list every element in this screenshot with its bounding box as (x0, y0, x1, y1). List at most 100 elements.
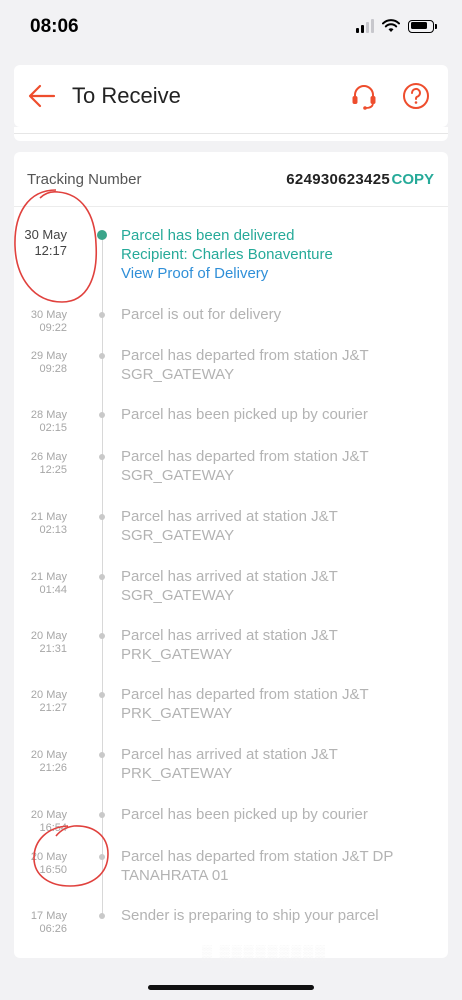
status-icons (356, 19, 437, 33)
event-date: 21 May (30, 511, 67, 523)
view-proof-of-delivery-link[interactable]: View Proof of Delivery (121, 264, 421, 283)
wifi-icon (382, 19, 400, 32)
status-time: 08:06 (30, 16, 79, 37)
event-datetime: 20 May 16:50 (31, 851, 67, 877)
event-datetime: 29 May 09:28 (31, 350, 67, 376)
event-description: Parcel has arrived at station J&T SGR_GAT… (121, 567, 421, 605)
event-datetime: 30 May 12:17 (24, 227, 67, 259)
help-question-icon[interactable] (402, 82, 430, 110)
timeline-dot-active (97, 230, 107, 240)
event-description-line: Parcel has arrived at station J&T (121, 508, 338, 525)
event-time: 09:28 (39, 363, 67, 375)
event-date: 20 May (30, 689, 67, 701)
event-description-line: PRK_GATEWAY (121, 765, 233, 782)
event-description: Parcel has been picked up by courier (121, 805, 421, 824)
cellular-signal-icon (356, 19, 374, 33)
event-date: 20 May (30, 749, 67, 761)
event-description-line: Parcel has been picked up by courier (121, 806, 368, 823)
status-bar: 08:06 (0, 0, 462, 54)
event-description-line: TANAHRATA 01 (121, 867, 229, 884)
event-description: Parcel has arrived at station J&T PRK_GAT… (121, 626, 421, 664)
event-description-line: Parcel has arrived at station J&T (121, 568, 338, 585)
timeline-dot (99, 633, 105, 639)
event-date: 26 May (30, 451, 67, 463)
event-date: 21 May (30, 571, 67, 583)
event-datetime: 20 May 16:54 (31, 809, 67, 835)
event-datetime: 28 May 02:15 (31, 409, 67, 435)
event-description: Parcel is out for delivery (121, 305, 421, 324)
back-arrow-icon[interactable] (28, 83, 56, 109)
event-description-line: Parcel has departed from station J&T (121, 686, 369, 703)
event-date: 30 May (30, 309, 67, 321)
customer-support-headset-icon[interactable] (350, 83, 378, 111)
divider (14, 133, 448, 134)
timeline-dot (99, 574, 105, 580)
timeline-dot (99, 913, 105, 919)
event-description-line: Parcel has arrived at station J&T (121, 627, 338, 644)
event-description: Parcel has departed from station J&T DP T… (121, 847, 421, 885)
event-datetime: 20 May 21:26 (31, 749, 67, 775)
event-description: Parcel has departed from station J&T PRK_… (121, 685, 421, 723)
event-datetime: 17 May 06:26 (31, 910, 67, 936)
event-time: 02:13 (39, 524, 67, 536)
event-time: 16:54 (39, 822, 67, 834)
event-date: 20 May (30, 630, 67, 642)
watermark: ▒ ▒▒▒▒▒▒▒▒▒ (202, 944, 328, 960)
event-datetime: 21 May 02:13 (31, 511, 67, 537)
event-datetime: 30 May 09:22 (31, 309, 67, 335)
event-datetime: 20 May 21:31 (31, 630, 67, 656)
event-description-line: Parcel is out for delivery (121, 306, 282, 323)
battery-icon (408, 19, 437, 33)
tracking-number-label: Tracking Number (27, 171, 142, 188)
event-time: 16:50 (39, 864, 67, 876)
event-date: 29 May (30, 350, 67, 362)
event-description-line: Parcel has departed from station J&T DP (121, 848, 394, 865)
event-time: 02:15 (39, 422, 67, 434)
event-time: 09:22 (39, 322, 67, 334)
event-description-line: Parcel has been delivered (121, 227, 295, 244)
copy-tracking-button[interactable]: COPY (391, 171, 434, 188)
event-description-line: PRK_GATEWAY (121, 705, 233, 722)
event-description-line: SGR_GATEWAY (121, 527, 235, 544)
timeline-dot (99, 312, 105, 318)
event-date: 20 May (30, 851, 67, 863)
event-time: 21:26 (39, 762, 67, 774)
event-description: Parcel has been picked up by courier (121, 405, 421, 424)
event-datetime: 26 May 12:25 (31, 451, 67, 477)
event-description-line: SGR_GATEWAY (121, 587, 235, 604)
event-description: Parcel has arrived at station J&T PRK_GAT… (121, 745, 421, 783)
event-time: 06:26 (39, 923, 67, 935)
timeline-dot (99, 812, 105, 818)
page-title: To Receive (72, 83, 181, 108)
event-datetime: 21 May 01:44 (31, 571, 67, 597)
event-description-line: SGR_GATEWAY (121, 366, 235, 383)
event-description: Parcel has departed from station J&T SGR_… (121, 346, 421, 384)
event-description-line: Parcel has been picked up by courier (121, 406, 368, 423)
event-description-line: Sender is preparing to ship your parcel (121, 907, 379, 924)
event-description-line: PRK_GATEWAY (121, 646, 233, 663)
timeline-dot (99, 514, 105, 520)
event-description-line: Parcel has departed from station J&T (121, 448, 369, 465)
event-time: 21:31 (39, 643, 67, 655)
event-time: 01:44 (39, 584, 67, 596)
event-time: 12:25 (39, 464, 67, 476)
event-date: 17 May (30, 910, 67, 922)
collapsed-section-strip (14, 127, 448, 141)
event-date: 30 May (24, 227, 67, 242)
timeline-dot (99, 454, 105, 460)
event-description-line: Parcel has departed from station J&T (121, 347, 369, 364)
event-description: Sender is preparing to ship your parcel (121, 906, 421, 925)
tracking-number-row: Tracking Number 624930623425 COPY (14, 152, 448, 207)
event-description: Parcel has arrived at station J&T SGR_GAT… (121, 507, 421, 545)
event-datetime: 20 May 21:27 (31, 689, 67, 715)
timeline-dot (99, 692, 105, 698)
timeline-dot (99, 854, 105, 860)
event-time: 21:27 (39, 702, 67, 714)
event-description-line: Recipient: Charles Bonaventure (121, 246, 333, 263)
timeline-dot (99, 752, 105, 758)
event-time: 12:17 (34, 243, 67, 258)
home-indicator (148, 985, 314, 990)
event-date: 20 May (30, 809, 67, 821)
tracking-number-value: 624930623425 (286, 171, 390, 188)
event-date: 28 May (30, 409, 67, 421)
